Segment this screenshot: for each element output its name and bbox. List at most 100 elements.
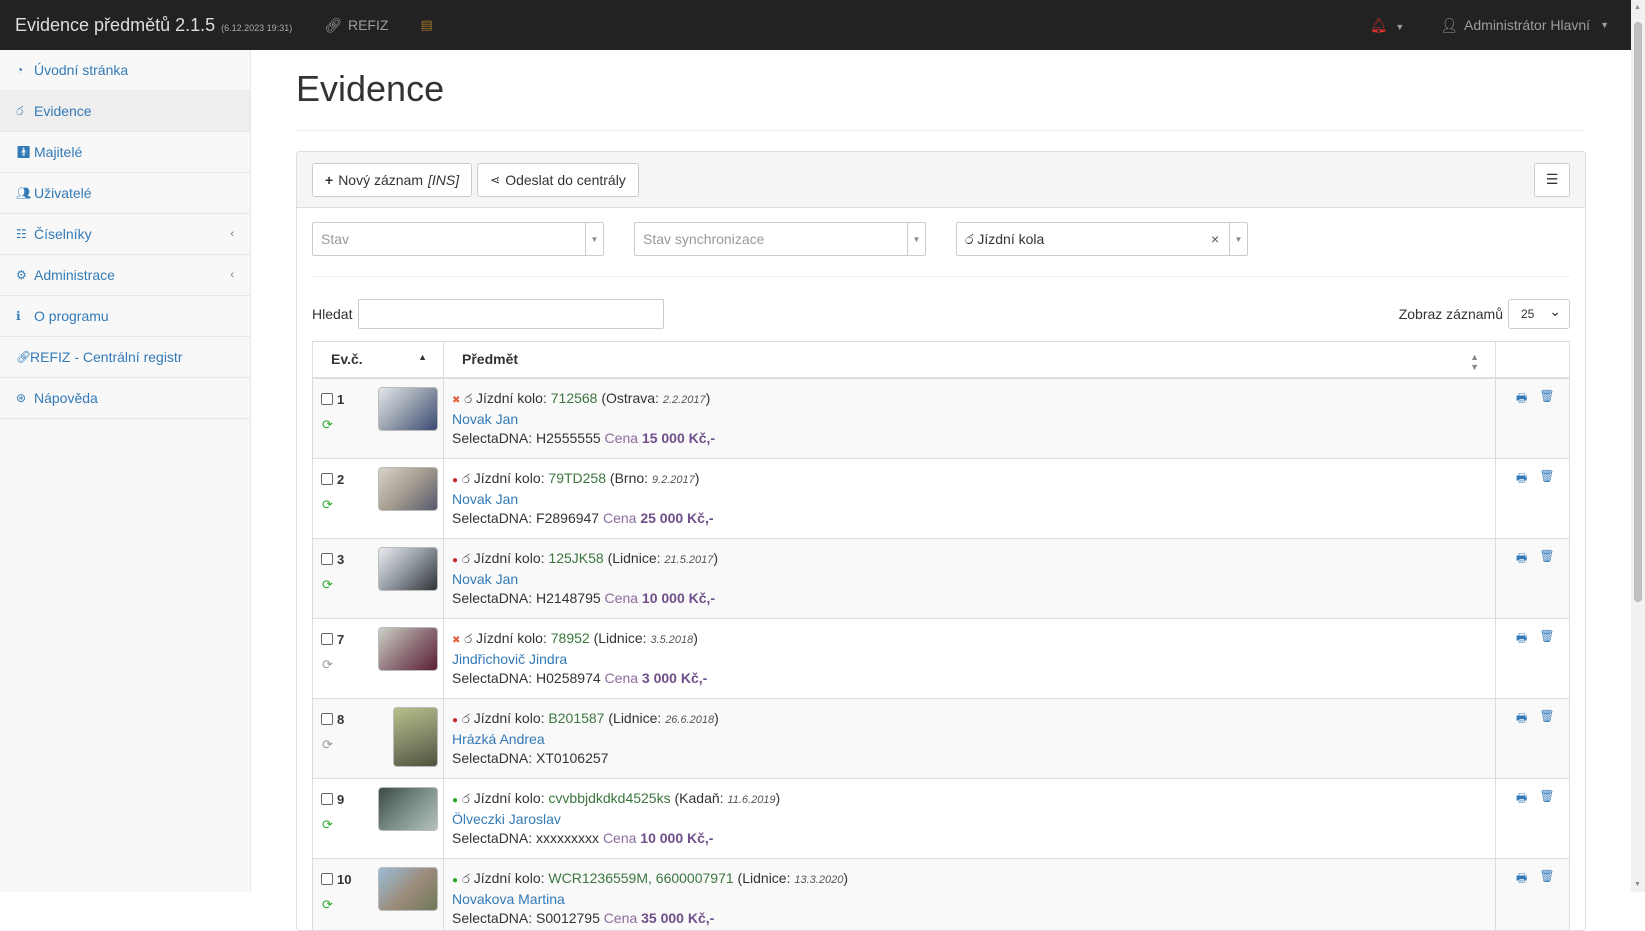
sidebar-item-refiz-registry[interactable]: 🔗︎ REFIZ - Centrální registr [0, 337, 250, 378]
row-select[interactable]: 7 [321, 632, 344, 647]
item-code[interactable]: 125JK58 [548, 550, 603, 566]
row-select[interactable]: 3 [321, 552, 344, 567]
row-select[interactable]: 8 [321, 712, 344, 727]
nav-document[interactable]: ▤ [420, 17, 432, 33]
row-id: 3 [337, 551, 345, 567]
print-icon[interactable]: 🖶 [1516, 469, 1527, 490]
trash-icon[interactable]: 🗑︎ [1539, 389, 1554, 410]
item-place: Ostrava: [606, 389, 659, 406]
bicycle-icon: ර [461, 550, 470, 566]
row-select[interactable]: 1 [321, 392, 344, 407]
scroll-up-icon[interactable]: ▲ [1634, 4, 1641, 11]
print-icon[interactable]: 🖶 [1516, 389, 1527, 410]
trash-icon[interactable]: 🗑︎ [1539, 469, 1554, 490]
table-row[interactable]: 1 ⟳ ✖ ර Jízdní kolo: 712568 (Ostrava: 2.2.… [312, 377, 1570, 459]
sidebar-item-users[interactable]: 👥︎ Uživatelé [0, 173, 250, 214]
row-select[interactable]: 10 [321, 872, 351, 887]
sidebar-item-owners[interactable]: 🚹︎ Majitelé [0, 132, 250, 173]
sidebar-item-about[interactable]: ℹ O programu [0, 296, 250, 337]
owner-link[interactable]: Novakova Martina [452, 891, 565, 907]
sidebar-item-help[interactable]: ⊛ Nápověda [0, 378, 250, 419]
column-header-evc[interactable]: Ev.č. ▲ [312, 341, 444, 379]
top-navbar: Evidence předmětů 2.1.5 (6.12.2023 19:31… [0, 0, 1631, 50]
item-photo-thumbnail[interactable] [378, 786, 438, 831]
row-select[interactable]: 9 [321, 792, 344, 807]
row-checkbox[interactable] [321, 873, 333, 885]
search-input[interactable] [358, 299, 665, 329]
item-photo-thumbnail[interactable] [393, 706, 438, 767]
page-length-select[interactable]: 25 [1508, 299, 1570, 329]
scroll-down-icon[interactable]: ▼ [1634, 881, 1641, 888]
sidebar-item-home[interactable]: ◔ Úvodní stránka [0, 50, 250, 91]
table-row[interactable]: 7 ⟳ ✖ ර Jízdní kolo: 78952 (Lidnice: 3.5.2… [312, 617, 1570, 699]
new-record-shortcut: [INS] [428, 171, 460, 188]
owner-link[interactable]: Novak Jan [452, 571, 518, 587]
row-checkbox[interactable] [321, 793, 333, 805]
row-id-cell: 1 ⟳ [312, 377, 444, 459]
brand[interactable]: Evidence předmětů 2.1.5 (6.12.2023 19:31… [0, 15, 292, 36]
notifications-dropdown[interactable]: 🔔︎ ▼ [1370, 17, 1405, 34]
owner-link[interactable]: Jindřichovič Jindra [452, 651, 567, 667]
item-code[interactable]: 78952 [551, 630, 590, 646]
column-settings-button[interactable]: ☰ [1534, 162, 1570, 197]
row-checkbox[interactable] [321, 553, 333, 565]
owner-link[interactable]: Novak Jan [452, 491, 518, 507]
row-checkbox[interactable] [321, 633, 333, 645]
status-indicator-icon: ● [452, 714, 459, 726]
owner-link[interactable]: Novak Jan [452, 411, 518, 427]
trash-icon[interactable]: 🗑︎ [1539, 789, 1554, 810]
price-label: Cena [604, 669, 639, 686]
page-scrollbar[interactable]: ▲ ▼ [1631, 0, 1645, 892]
sidebar-item-administration[interactable]: ⚙︎ Administrace ‹ [0, 255, 250, 296]
type-filter-select[interactable]: ර Jízdní kola × ▼ [956, 222, 1248, 256]
item-photo-thumbnail[interactable] [378, 866, 438, 911]
row-checkbox[interactable] [321, 473, 333, 485]
item-photo-thumbnail[interactable] [378, 466, 438, 511]
owner-link[interactable]: Ölveczki Jaroslav [452, 811, 561, 827]
user-dropdown[interactable]: 👤︎ Administrátor Hlavní ▼ [1440, 17, 1609, 34]
item-code[interactable]: WCR1236559M, 6600007971 [548, 870, 733, 886]
item-code[interactable]: 79TD258 [548, 470, 606, 486]
print-icon[interactable]: 🖶 [1516, 709, 1527, 730]
table-row[interactable]: 10 ⟳ ● ර Jízdní kolo: WCR1236559M, 6600007… [312, 857, 1570, 930]
caret-down-icon: ▼ [585, 223, 603, 255]
table-row[interactable]: 2 ⟳ ● ර Jízdní kolo: 79TD258 (Brno: 9.2.20… [312, 457, 1570, 539]
sidebar-item-codelists[interactable]: ☷ Číselníky ‹ [0, 214, 250, 255]
trash-icon[interactable]: 🗑︎ [1539, 709, 1554, 730]
trash-icon[interactable]: 🗑︎ [1539, 549, 1554, 570]
owner-link[interactable]: Hrázká Andrea [452, 731, 545, 747]
item-photo-thumbnail[interactable] [378, 626, 438, 671]
clear-icon[interactable]: × [1211, 231, 1229, 247]
row-select[interactable]: 2 [321, 472, 344, 487]
table-row[interactable]: 8 ⟳ ● ර Jízdní kolo: B201587 (Lidnice: 26.… [312, 697, 1570, 779]
print-icon[interactable]: 🖶 [1516, 789, 1527, 810]
status-filter-select[interactable]: Stav ▼ [312, 222, 604, 256]
new-record-button[interactable]: + Nový záznam [INS] [312, 162, 473, 197]
scrollbar-thumb[interactable] [1634, 22, 1642, 602]
item-date: 26.6.2018 [665, 713, 715, 726]
row-checkbox[interactable] [321, 713, 333, 725]
nav-refiz[interactable]: 🔗︎ REFIZ [324, 17, 388, 34]
print-icon[interactable]: 🖶 [1516, 629, 1527, 650]
trash-icon[interactable]: 🗑︎ [1539, 869, 1554, 890]
column-header-predmet[interactable]: Předmět ▲ ▼ [443, 341, 1496, 379]
table-row[interactable]: 3 ⟳ ● ර Jízdní kolo: 125JK58 (Lidnice: 21.… [312, 537, 1570, 619]
trash-icon[interactable]: 🗑︎ [1539, 629, 1554, 650]
item-code[interactable]: 712568 [551, 390, 598, 406]
print-icon[interactable]: 🖶 [1516, 869, 1527, 890]
item-code[interactable]: cvvbbjdkdkd4525ks [548, 790, 670, 806]
price-value: 15 000 Kč,- [641, 429, 716, 446]
print-icon[interactable]: 🖶 [1516, 549, 1527, 570]
item-code[interactable]: B201587 [548, 710, 604, 726]
table-row[interactable]: 9 ⟳ ● ර Jízdní kolo: cvvbbjdkdkd4525ks (Ka… [312, 777, 1570, 859]
bicycle-icon: ර [461, 790, 470, 806]
dashboard-icon: ◔ [16, 63, 24, 77]
row-checkbox[interactable] [321, 393, 333, 405]
row-dna-line: SelectaDNA: H2555555 Cena 15 000 Kč,- [452, 429, 1487, 448]
item-photo-thumbnail[interactable] [378, 546, 438, 591]
sidebar-item-evidence[interactable]: ර Evidence [0, 91, 250, 132]
sidebar-item-label: Úvodní stránka [34, 62, 129, 78]
send-to-central-button[interactable]: ⋖ Odeslat do centrály [477, 162, 639, 197]
item-photo-thumbnail[interactable] [378, 386, 438, 431]
sync-filter-select[interactable]: Stav synchronizace ▼ [634, 222, 926, 256]
